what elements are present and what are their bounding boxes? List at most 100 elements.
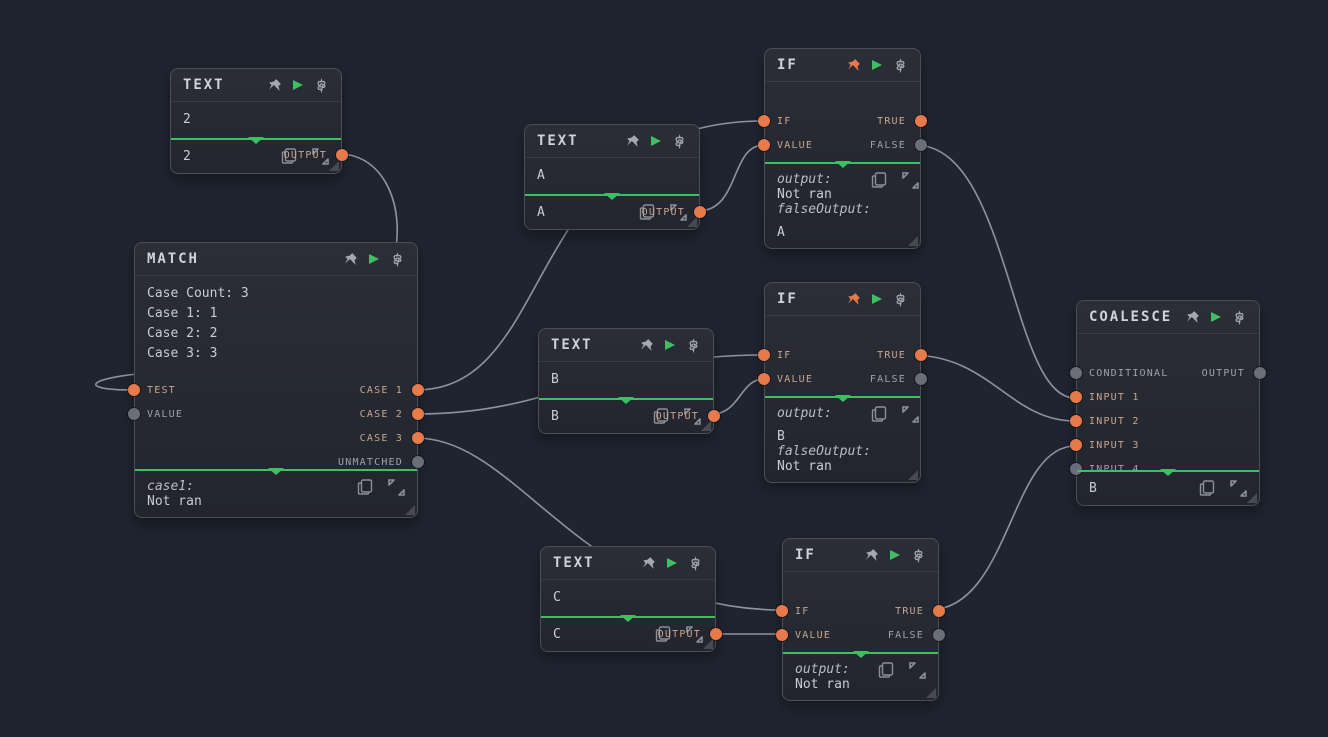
match-row: Case Count: 3 — [147, 284, 405, 304]
port-value[interactable]: VALUE — [758, 139, 813, 151]
match-result-val: Not ran — [147, 494, 202, 509]
play-icon[interactable] — [666, 557, 678, 569]
node-if-2[interactable]: IF IF VALUE TRUE FALSE output: B falseOu… — [764, 282, 921, 483]
node-graph-canvas[interactable]: { "labels": { "output": "OUTPUT", "if": … — [0, 0, 1328, 737]
port-output[interactable]: OUTPUT — [284, 149, 348, 161]
node-title: IF — [795, 547, 816, 563]
if-out-k1: output: — [795, 662, 850, 677]
if-out-v1: B — [777, 429, 871, 444]
node-value: B — [551, 372, 559, 387]
expand-icon[interactable] — [909, 662, 926, 679]
copy-icon[interactable] — [871, 406, 888, 423]
pin-icon[interactable] — [865, 548, 879, 562]
node-if-1[interactable]: IF IF VALUE TRUE FALSE output: Not ran f… — [764, 48, 921, 249]
port-input-2[interactable]: INPUT 2 — [1070, 415, 1140, 427]
node-text-b[interactable]: TEXT B OUTPUT B — [538, 328, 714, 434]
play-icon[interactable] — [889, 549, 901, 561]
port-conditional[interactable]: CONDITIONAL — [1070, 367, 1168, 379]
match-row: Case 2: 2 — [147, 324, 405, 344]
if-out-v2: Not ran — [777, 459, 871, 474]
port-if[interactable]: IF — [776, 605, 809, 617]
if-out-k2: falseOutput: — [777, 444, 871, 459]
port-case-2[interactable]: CASE 2 — [360, 408, 424, 420]
play-icon[interactable] — [871, 293, 883, 305]
port-case-1[interactable]: CASE 1 — [360, 384, 424, 396]
pin-icon[interactable] — [1186, 310, 1200, 324]
port-true[interactable]: TRUE — [877, 349, 927, 361]
port-test[interactable]: TEST — [128, 384, 176, 396]
play-icon[interactable] — [368, 253, 380, 265]
match-row: Case 3: 3 — [147, 344, 405, 364]
port-output[interactable]: OUTPUT — [1202, 367, 1266, 379]
node-output-preview: A — [537, 205, 545, 220]
node-coalesce[interactable]: COALESCE CONDITIONAL INPUT 1 INPUT 2 INP… — [1076, 300, 1260, 506]
gear-icon[interactable] — [686, 338, 701, 353]
port-unmatched[interactable]: UNMATCHED — [338, 456, 424, 468]
port-value[interactable]: VALUE — [776, 629, 831, 641]
gear-icon[interactable] — [893, 58, 908, 73]
port-false[interactable]: FALSE — [870, 373, 927, 385]
gear-icon[interactable] — [672, 134, 687, 149]
copy-icon[interactable] — [357, 479, 374, 496]
node-title: MATCH — [147, 251, 199, 267]
if-out-k1: output: — [777, 406, 832, 421]
pin-icon[interactable] — [640, 338, 654, 352]
port-input-3[interactable]: INPUT 3 — [1070, 439, 1140, 451]
node-title: TEXT — [551, 337, 593, 353]
node-title: IF — [777, 291, 798, 307]
node-text-1[interactable]: TEXT 2 OUTPUT 2 — [170, 68, 342, 174]
node-output-preview: B — [1089, 481, 1097, 496]
play-icon[interactable] — [664, 339, 676, 351]
node-title: COALESCE — [1089, 309, 1172, 325]
node-value: A — [537, 168, 545, 183]
if-out-v2: A — [777, 225, 871, 240]
port-false[interactable]: FALSE — [870, 139, 927, 151]
match-row: Case 1: 1 — [147, 304, 405, 324]
play-icon[interactable] — [871, 59, 883, 71]
node-output-preview: B — [551, 409, 559, 424]
copy-icon[interactable] — [878, 662, 895, 679]
port-value[interactable]: VALUE — [128, 408, 183, 420]
pin-icon[interactable] — [642, 556, 656, 570]
gear-icon[interactable] — [893, 292, 908, 307]
if-out-v1: Not ran — [777, 187, 871, 202]
gear-icon[interactable] — [314, 78, 329, 93]
gear-icon[interactable] — [390, 252, 405, 267]
node-title: IF — [777, 57, 798, 73]
gear-icon[interactable] — [1232, 310, 1247, 325]
node-text-a[interactable]: TEXT A OUTPUT A — [524, 124, 700, 230]
if-out-k1: output: — [777, 172, 832, 187]
port-value[interactable]: VALUE — [758, 373, 813, 385]
expand-icon[interactable] — [1230, 480, 1247, 497]
pin-icon[interactable] — [268, 78, 282, 92]
port-input-1[interactable]: INPUT 1 — [1070, 391, 1140, 403]
node-output-preview: 2 — [183, 149, 191, 164]
node-value: 2 — [183, 112, 191, 127]
expand-icon[interactable] — [902, 172, 919, 189]
node-match[interactable]: MATCH Case Count: 3 Case 1: 1 Case 2: 2 … — [134, 242, 418, 518]
copy-icon[interactable] — [1199, 480, 1216, 497]
pin-icon[interactable] — [344, 252, 358, 266]
play-icon[interactable] — [650, 135, 662, 147]
gear-icon[interactable] — [688, 556, 703, 571]
expand-icon[interactable] — [388, 479, 405, 496]
port-true[interactable]: TRUE — [877, 115, 927, 127]
port-false[interactable]: FALSE — [888, 629, 945, 641]
copy-icon[interactable] — [871, 172, 888, 189]
pin-icon[interactable] — [847, 292, 861, 306]
port-if[interactable]: IF — [758, 115, 791, 127]
gear-icon[interactable] — [911, 548, 926, 563]
port-true[interactable]: TRUE — [895, 605, 945, 617]
node-title: TEXT — [537, 133, 579, 149]
node-if-3[interactable]: IF IF VALUE TRUE FALSE output: Not ran — [782, 538, 939, 701]
pin-icon[interactable] — [847, 58, 861, 72]
node-text-c[interactable]: TEXT C OUTPUT C — [540, 546, 716, 652]
play-icon[interactable] — [1210, 311, 1222, 323]
port-if[interactable]: IF — [758, 349, 791, 361]
if-out-v1: Not ran — [795, 677, 850, 692]
expand-icon[interactable] — [902, 406, 919, 423]
port-case-3[interactable]: CASE 3 — [360, 432, 424, 444]
pin-icon[interactable] — [626, 134, 640, 148]
port-input-4[interactable]: INPUT 4 — [1070, 463, 1140, 475]
play-icon[interactable] — [292, 79, 304, 91]
